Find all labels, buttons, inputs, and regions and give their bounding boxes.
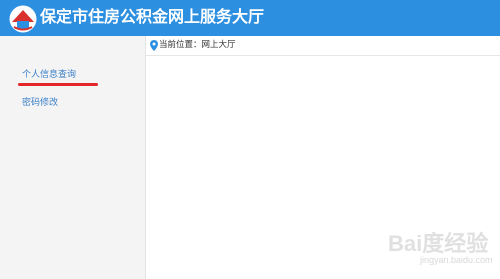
sidebar: 个人信息查询 密码修改	[0, 36, 146, 279]
housing-fund-logo-icon	[9, 5, 37, 33]
location-pin-icon	[150, 40, 158, 51]
baidu-jingyan-watermark: Bai度经验 jingyan.baidu.com	[368, 220, 496, 275]
sidebar-item-change-password[interactable]: 密码修改	[22, 97, 58, 109]
breadcrumb: 当前位置：网上大厅	[146, 36, 500, 56]
watermark-url: jingyan.baidu.com	[420, 255, 493, 265]
watermark-brand: Bai度经验	[388, 231, 489, 256]
active-item-underline	[18, 83, 98, 86]
sidebar-item-personal-info[interactable]: 个人信息查询	[22, 69, 76, 81]
app-header: 保定市住房公积金网上服务大厅	[0, 0, 500, 36]
breadcrumb-text: 当前位置：网上大厅	[159, 40, 236, 50]
site-title: 保定市住房公积金网上服务大厅	[40, 7, 265, 26]
